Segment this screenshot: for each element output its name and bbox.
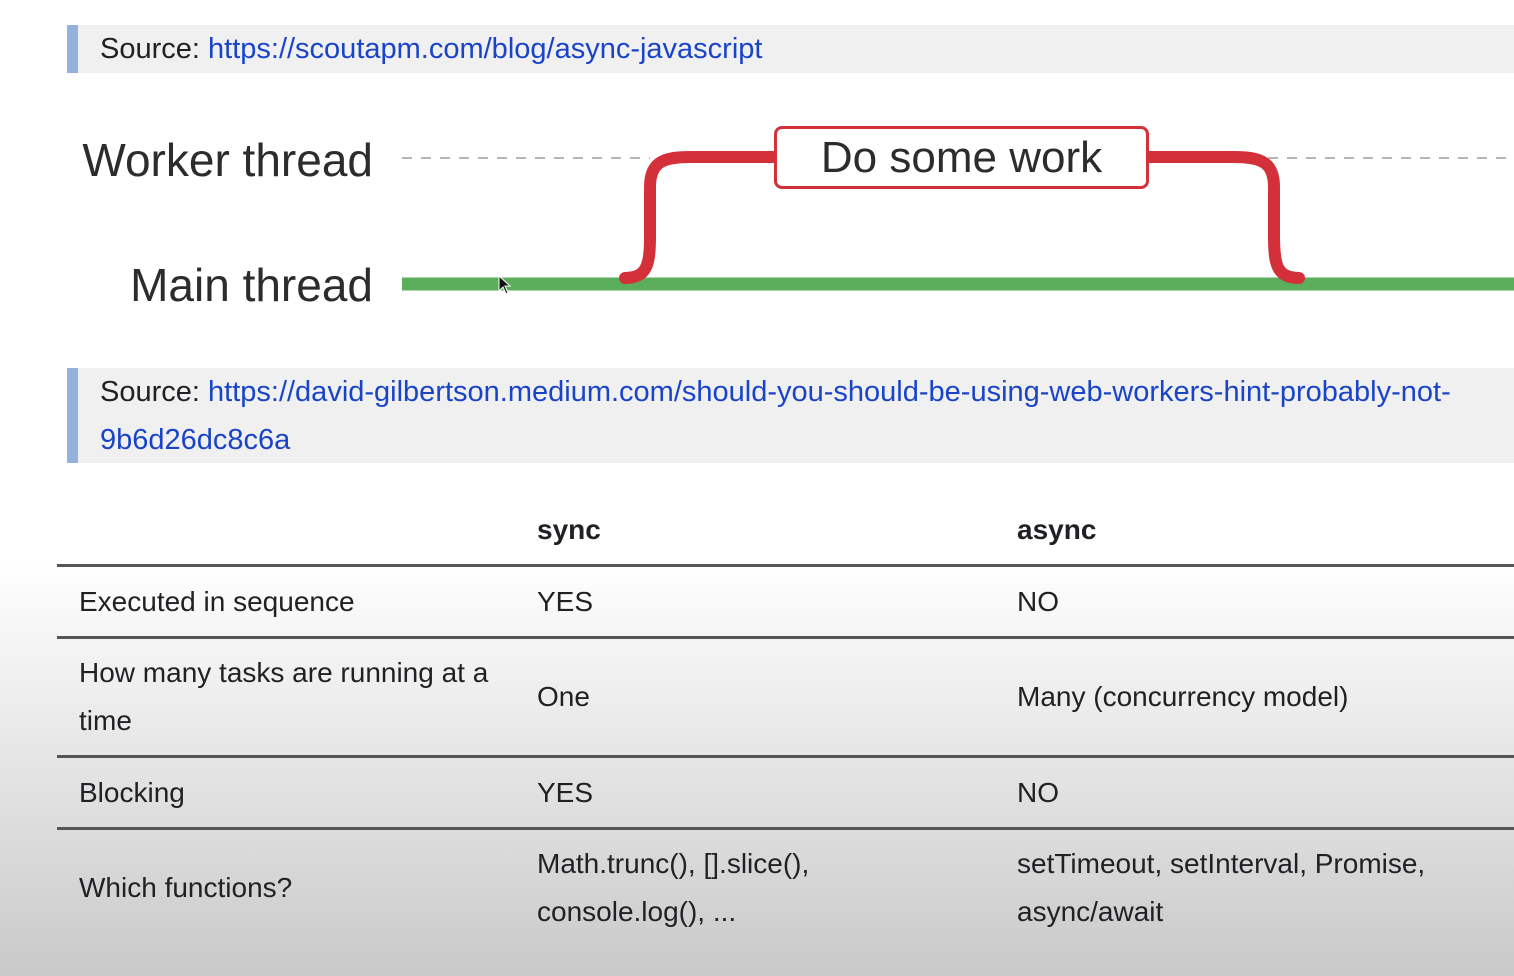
thread-diagram: Worker thread Main thread Do some work (0, 95, 1514, 345)
header-async: async (995, 496, 1514, 567)
table-row: Blocking YES NO (57, 756, 1514, 830)
sync-cell: YES (515, 756, 995, 830)
mouse-cursor-icon (498, 275, 512, 295)
row-label: How many tasks are running at a time (57, 637, 515, 758)
async-cell: setTimeout, setInterval, Promise, async/… (1017, 848, 1426, 927)
header-empty (57, 496, 515, 567)
source-box-1: Source: https://scoutapm.com/blog/async-… (67, 25, 1514, 73)
row-label: Executed in sequence (57, 565, 515, 639)
source-label: Source: (100, 376, 200, 408)
sync-cell: One (515, 637, 995, 758)
main-thread-label: Main thread (130, 259, 373, 311)
table-row: Which functions? Math.trunc(), [].slice(… (57, 829, 1514, 947)
header-sync: sync (515, 496, 995, 567)
source-label: Source: (100, 33, 200, 65)
table-header-row: sync async (57, 496, 1514, 567)
sync-cell: Math.trunc(), [].slice(), console.log(),… (537, 848, 810, 927)
sync-cell: YES (515, 565, 995, 639)
async-cell: NO (995, 565, 1514, 639)
task-box: Do some work (774, 126, 1149, 189)
source-link[interactable]: https://scoutapm.com/blog/async-javascri… (208, 33, 762, 65)
sync-async-table: sync async Executed in sequence YES NO H… (57, 496, 1514, 946)
row-label: Blocking (57, 756, 515, 830)
worker-thread-label: Worker thread (82, 134, 373, 186)
source-link[interactable]: https://david-gilbertson.medium.com/shou… (100, 376, 1451, 456)
row-label: Which functions? (79, 872, 293, 903)
table-row: Executed in sequence YES NO (57, 565, 1514, 639)
async-cell: NO (995, 756, 1514, 830)
source-box-2: Source: https://david-gilbertson.medium.… (67, 368, 1514, 463)
async-cell: Many (concurrency model) (995, 637, 1514, 758)
table-row: How many tasks are running at a time One… (57, 637, 1514, 758)
